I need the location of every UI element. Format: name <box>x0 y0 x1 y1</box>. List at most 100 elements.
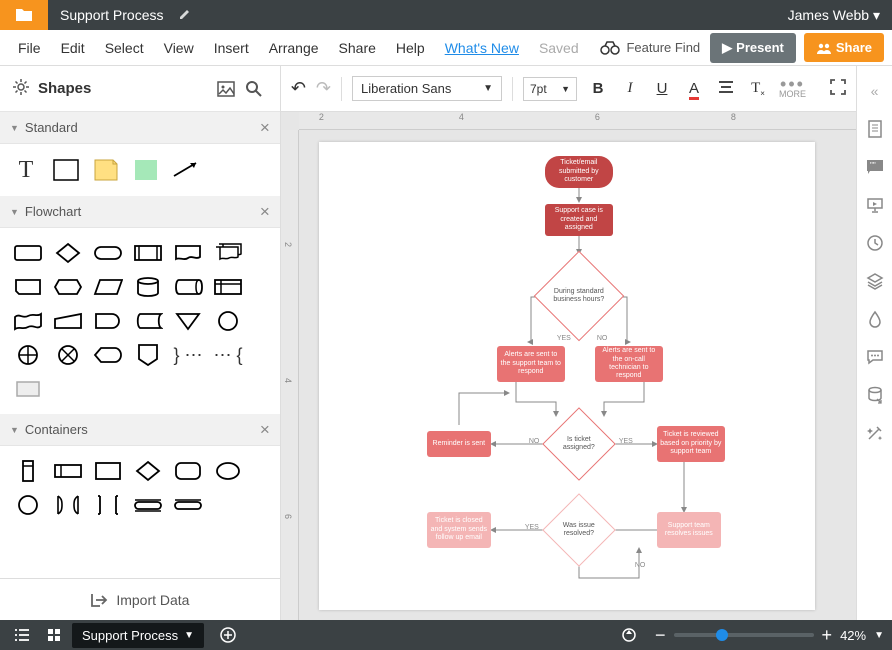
node-alert-team[interactable]: Alerts are sent to the support team to r… <box>497 346 565 382</box>
menu-insert[interactable]: Insert <box>204 40 259 56</box>
fc-offpage[interactable] <box>128 338 168 372</box>
close-icon[interactable]: × <box>260 118 270 138</box>
list-view-button[interactable] <box>8 621 36 649</box>
slider-thumb[interactable] <box>716 629 728 641</box>
fc-storeddata[interactable] <box>128 304 168 338</box>
ct-9[interactable] <box>88 488 128 522</box>
redo-button[interactable]: ↷ <box>316 78 331 99</box>
menu-file[interactable]: File <box>8 40 51 56</box>
import-data-button[interactable]: Import Data <box>0 578 280 620</box>
rail-present-icon[interactable] <box>857 186 892 224</box>
user-menu[interactable]: James Webb ▾ <box>776 7 892 24</box>
menu-arrange[interactable]: Arrange <box>259 40 329 56</box>
canvas[interactable]: 2 4 6 <box>281 130 856 620</box>
rename-icon[interactable] <box>178 7 192 24</box>
menu-help[interactable]: Help <box>386 40 435 56</box>
node-ticket-submitted[interactable]: Ticket/email submitted by customer <box>545 156 613 188</box>
more-button[interactable]: •••MORE <box>779 79 806 99</box>
zoom-out-button[interactable]: − <box>655 625 666 646</box>
fc-data[interactable] <box>88 270 128 304</box>
gear-icon[interactable] <box>12 78 30 99</box>
rail-comment-icon[interactable]: "" <box>857 148 892 186</box>
fc-card[interactable] <box>8 372 48 406</box>
node-ticket-assigned[interactable]: Is ticket assigned? <box>553 418 605 470</box>
node-resolved[interactable]: Was issue resolved? <box>553 504 605 556</box>
node-business-hours[interactable]: During standard business hours? <box>547 264 611 328</box>
ct-4[interactable] <box>128 454 168 488</box>
text-color-button[interactable]: A <box>683 80 705 97</box>
fullscreen-button[interactable] <box>830 79 846 99</box>
fc-brace-l[interactable]: ⋯ { <box>208 338 248 372</box>
node-alert-oncall[interactable]: Alerts are sent to the on-call technicia… <box>595 346 663 382</box>
rail-document-icon[interactable] <box>857 110 892 148</box>
whats-new-link[interactable]: What's New <box>435 40 529 56</box>
align-button[interactable] <box>715 80 737 98</box>
rail-paint-icon[interactable] <box>857 300 892 338</box>
present-button[interactable]: ▶Present <box>710 33 796 63</box>
menu-select[interactable]: Select <box>95 40 154 56</box>
close-icon[interactable]: × <box>260 202 270 222</box>
section-flowchart[interactable]: ▼Flowchart× <box>0 196 280 228</box>
ct-6[interactable] <box>208 454 248 488</box>
rail-chat-icon[interactable] <box>857 338 892 376</box>
ct-10[interactable] <box>128 488 168 522</box>
section-standard[interactable]: ▼Standard× <box>0 112 280 144</box>
section-containers[interactable]: ▼Containers× <box>0 414 280 446</box>
collapse-rail-button[interactable]: « <box>857 72 892 110</box>
fc-merge[interactable] <box>168 304 208 338</box>
ct-3[interactable] <box>88 454 128 488</box>
rail-history-icon[interactable] <box>857 224 892 262</box>
font-size-select[interactable]: 7pt▼ <box>523 77 577 101</box>
feature-find[interactable]: Feature Find <box>600 40 700 55</box>
undo-button[interactable]: ↶ <box>291 78 306 99</box>
fc-process[interactable] <box>8 236 48 270</box>
arrow-shape[interactable] <box>168 154 204 186</box>
ct-2[interactable] <box>48 454 88 488</box>
close-icon[interactable]: × <box>260 420 270 440</box>
fc-predefined[interactable] <box>128 236 168 270</box>
zoom-slider[interactable] <box>674 633 814 637</box>
ct-7[interactable] <box>8 488 48 522</box>
page[interactable]: Ticket/email submitted by customer Suppo… <box>319 142 815 610</box>
ct-1[interactable] <box>8 454 48 488</box>
node-reminder[interactable]: Reminder is sent <box>427 431 491 457</box>
fc-display[interactable] <box>88 338 128 372</box>
clear-format-button[interactable]: T× <box>747 79 769 98</box>
fc-manualin[interactable] <box>48 304 88 338</box>
fc-multidoc[interactable] <box>208 236 248 270</box>
ct-5[interactable] <box>168 454 208 488</box>
hotspot-shape[interactable] <box>128 154 164 186</box>
menu-view[interactable]: View <box>154 40 204 56</box>
zoom-level[interactable]: 42% <box>840 628 866 643</box>
fc-decision[interactable] <box>48 236 88 270</box>
fc-brace-r[interactable]: } ⋯ <box>168 338 208 372</box>
node-team-resolves[interactable]: Support team resolves issues <box>657 512 721 548</box>
fc-connector[interactable] <box>208 304 248 338</box>
share-button[interactable]: Share <box>804 33 884 62</box>
add-page-button[interactable] <box>214 621 242 649</box>
zoom-fit-button[interactable] <box>615 621 643 649</box>
fc-document[interactable] <box>168 236 208 270</box>
block-shape[interactable] <box>48 154 84 186</box>
underline-button[interactable]: U <box>651 80 673 97</box>
ct-8[interactable] <box>48 488 88 522</box>
grid-view-button[interactable] <box>40 621 68 649</box>
fc-internal[interactable] <box>208 270 248 304</box>
bold-button[interactable]: B <box>587 80 609 97</box>
search-icon[interactable] <box>240 75 268 103</box>
rail-data-icon[interactable] <box>857 376 892 414</box>
image-icon[interactable] <box>212 75 240 103</box>
node-reviewed[interactable]: Ticket is reviewed based on priority by … <box>657 426 725 462</box>
fc-directdata[interactable] <box>168 270 208 304</box>
node-ticket-closed[interactable]: Ticket is closed and system sends follow… <box>427 512 491 548</box>
text-shape[interactable]: T <box>8 154 44 186</box>
doc-title[interactable]: Support Process <box>48 7 176 23</box>
zoom-in-button[interactable]: + <box>822 625 833 646</box>
fc-preparation[interactable] <box>48 270 88 304</box>
folder-button[interactable] <box>0 0 48 30</box>
fc-manual[interactable] <box>8 270 48 304</box>
font-select[interactable]: Liberation Sans▼ <box>352 76 502 101</box>
chevron-down-icon[interactable]: ▼ <box>874 630 884 641</box>
ct-11[interactable] <box>168 488 208 522</box>
fc-terminator[interactable] <box>88 236 128 270</box>
